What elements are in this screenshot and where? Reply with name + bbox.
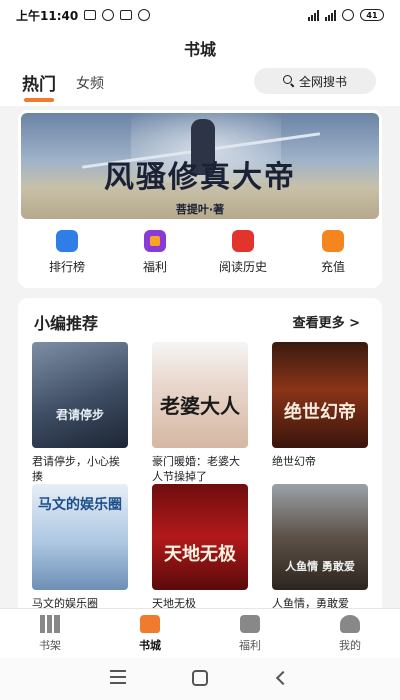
shortcut-bar: 排行榜 福利 阅读历史 充值 [18, 228, 382, 284]
book-cover: 天地无极 [152, 484, 248, 590]
shortcut-welfare[interactable]: 福利 [120, 228, 190, 275]
tab-female[interactable]: 女频 [76, 73, 104, 93]
nav-label: 书城 [139, 639, 161, 652]
shortcut-history[interactable]: 阅读历史 [208, 228, 278, 275]
status-bar: 上午11:40 41 [0, 0, 400, 30]
book-cover: 老婆大人 [152, 342, 248, 448]
book-cover: 马文的娱乐圈 [32, 484, 128, 590]
nav-bookshelf[interactable]: 书架 [20, 615, 80, 653]
bottom-nav: 书架 书城 福利 我的 [0, 608, 400, 658]
book-title: 豪门暖婚：老婆大人节操掉了 [152, 455, 240, 483]
history-icon [232, 230, 254, 252]
nav-label: 我的 [339, 639, 361, 652]
cover-title: 绝世幻帝 [284, 402, 356, 423]
search-label: 全网搜书 [298, 74, 347, 89]
nav-bookstore[interactable]: 书城 [120, 615, 180, 653]
book-cover: 人鱼情 勇敢爱 [272, 484, 368, 590]
cover-title: 马文的娱乐圈 [38, 497, 122, 513]
cover-title: 人鱼情 勇敢爱 [285, 560, 355, 573]
search-button[interactable]: 全网搜书 [254, 68, 376, 94]
wifi-icon [342, 9, 354, 21]
shortcut-label: 福利 [142, 260, 167, 274]
profile-icon [340, 615, 360, 633]
missed-call-icon [138, 9, 151, 21]
cover-title: 君请停步 [55, 408, 104, 422]
back-icon[interactable] [275, 670, 291, 686]
active-tab-indicator [24, 98, 54, 102]
banner-title: 风骚修真大帝 [104, 160, 296, 195]
system-nav-bar [0, 658, 400, 700]
book-card[interactable]: 君请停步 君请停步，小心挨揍 [32, 342, 128, 484]
download-icon [120, 10, 133, 20]
menu-icon[interactable] [110, 670, 126, 684]
book-cover: 君请停步 [32, 342, 128, 448]
book-card[interactable]: 老婆大人 豪门暖婚：老婆大人节操掉了 [152, 342, 248, 484]
nav-welfare[interactable]: 福利 [220, 615, 280, 653]
header: 书城 热门 女频 全网搜书 [0, 30, 400, 106]
signal-icon [308, 9, 319, 21]
search-icon [282, 75, 295, 87]
banner-author: 菩提叶·著 [175, 203, 225, 216]
cloud-icon [102, 9, 115, 21]
home-icon[interactable] [192, 670, 208, 686]
status-time: 上午11:40 [16, 8, 79, 23]
coin-icon [322, 230, 344, 252]
shortcut-ranking[interactable]: 排行榜 [32, 228, 102, 275]
message-icon [84, 10, 97, 20]
cover-title: 天地无极 [164, 544, 236, 565]
banner[interactable]: 风骚修真大帝 菩提叶·著 [21, 113, 379, 219]
shortcut-label: 充值 [320, 260, 345, 274]
welfare-icon [240, 615, 260, 633]
signal-icon-2 [325, 9, 336, 21]
bookstore-icon [140, 615, 160, 633]
page-title: 书城 [183, 40, 216, 59]
nav-label: 福利 [239, 639, 261, 652]
book-card[interactable]: 马文的娱乐圈 马文的娱乐圈 [32, 484, 128, 611]
bookshelf-icon [40, 615, 60, 633]
shortcut-label: 阅读历史 [218, 260, 267, 274]
shortcut-label: 排行榜 [48, 260, 85, 274]
nav-profile[interactable]: 我的 [320, 615, 380, 653]
trophy-icon [56, 230, 78, 252]
gift-icon [144, 230, 166, 252]
book-card[interactable]: 人鱼情 勇敢爱 人鱼情，勇敢爱 [272, 484, 368, 611]
section-title: 小编推荐 [34, 314, 99, 333]
battery-icon: 41 [360, 9, 384, 21]
book-title: 绝世幻帝 [272, 455, 316, 468]
see-more-link[interactable]: 查看更多 > [293, 312, 360, 331]
recommend-section: 小编推荐 查看更多 > 君请停步 君请停步，小心挨揍 老婆大人 豪门暖婚：老婆大… [18, 298, 382, 618]
book-cover: 绝世幻帝 [272, 342, 368, 448]
book-card[interactable]: 天地无极 天地无极 [152, 484, 248, 611]
shortcut-recharge[interactable]: 充值 [298, 228, 368, 275]
book-title: 君请停步，小心挨揍 [32, 455, 120, 483]
tab-hot[interactable]: 热门 [22, 70, 56, 95]
cover-title: 老婆大人 [160, 394, 240, 418]
book-card[interactable]: 绝世幻帝 绝世幻帝 [272, 342, 368, 469]
nav-label: 书架 [39, 639, 61, 652]
banner-card: 风骚修真大帝 菩提叶·著 排行榜 福利 阅读历史 充值 [18, 110, 382, 288]
